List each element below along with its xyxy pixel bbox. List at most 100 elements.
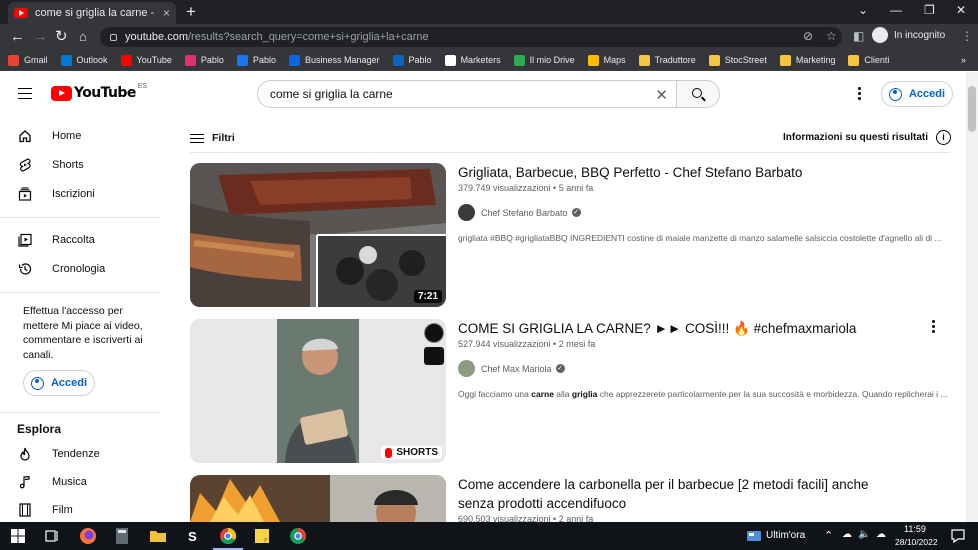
bookmark-item[interactable]: Outlook [60, 54, 108, 66]
bookmark-label: Business Manager [304, 55, 380, 65]
sticky-notes-icon[interactable] [252, 526, 272, 546]
tab-close-icon[interactable]: × [163, 6, 170, 20]
video-title[interactable]: Come accendere la carbonella per il barb… [458, 475, 908, 513]
bookmark-item[interactable]: Traduttore [638, 54, 696, 66]
bookmark-item[interactable]: Gmail [8, 54, 48, 66]
account-icon [30, 376, 44, 390]
tab-search-icon[interactable]: ⌄ [858, 3, 868, 17]
video-description: grigliata #BBQ #grigliataBBQ INGREDIENTI… [458, 233, 942, 243]
reload-icon[interactable]: ↻ [55, 28, 68, 46]
url-field[interactable]: youtube.com /results?search_query=come+s… [100, 27, 842, 47]
clock-time[interactable]: 11:59 [904, 524, 926, 534]
forward-icon[interactable]: → [33, 28, 48, 46]
history-icon [18, 263, 32, 275]
bookmark-label: Maps [603, 55, 626, 65]
charcoal-thumbnail-image [190, 475, 446, 522]
sidebar-item-home[interactable]: Home [12, 122, 152, 150]
video-thumbnail[interactable]: 7:21 [190, 163, 446, 307]
clock-date[interactable]: 28/10/2022 [895, 537, 938, 547]
firefox-icon[interactable] [78, 526, 98, 546]
sidebar-item-film[interactable]: Film [12, 496, 152, 524]
video-actions-kebab-icon[interactable] [932, 320, 935, 335]
sidebar-item-history[interactable]: Cronologia [12, 255, 152, 283]
search-input[interactable]: come si griglia la carne ✕ [257, 80, 676, 108]
task-view-icon[interactable] [42, 526, 62, 546]
windows-start-icon[interactable] [8, 526, 28, 546]
country-code: ES [137, 82, 148, 90]
onedrive-icon[interactable]: ☁ [876, 529, 886, 540]
bookmark-item[interactable]: Il mio Drive [513, 54, 575, 66]
filters-button[interactable]: Filtri [190, 128, 235, 148]
video-title[interactable]: Grigliata, Barbecue, BBQ Perfetto - Chef… [458, 163, 908, 182]
bookmark-label: Gmail [24, 55, 48, 65]
bookmark-item[interactable]: Pablo [236, 54, 276, 66]
bookmark-item[interactable]: Maps [587, 54, 626, 66]
calculator-icon[interactable] [112, 526, 132, 546]
back-icon[interactable]: ← [10, 28, 25, 46]
filters-label: Filtri [212, 132, 235, 144]
channel-link[interactable]: Chef Stefano Barbato ✓ [458, 204, 581, 221]
search-bar: come si griglia la carne ✕ [257, 80, 720, 108]
video-thumbnail[interactable]: SHORTS [190, 319, 446, 463]
tray-chevron-icon[interactable]: ⌃ [824, 529, 833, 542]
eye-off-icon[interactable]: ⊘ [803, 29, 813, 43]
bookmark-item[interactable]: Marketing [779, 54, 835, 66]
sidebar-item-trending[interactable]: Tendenze [12, 440, 152, 468]
sidebar-item-shorts[interactable]: Shorts [12, 151, 152, 179]
search-icon [692, 88, 702, 98]
bookmark-item[interactable]: Business Manager [288, 54, 380, 66]
browser-menu-icon[interactable]: ⋮ [961, 29, 973, 43]
header-signin-button[interactable]: Accedi [881, 81, 953, 107]
notification-icon[interactable] [948, 526, 968, 546]
news-icon[interactable] [744, 526, 764, 546]
results-info-label: Informazioni su questi risultati [783, 132, 929, 143]
filters-divider [190, 152, 950, 153]
minimize-icon[interactable]: — [890, 3, 902, 17]
bookmark-label: Il mio Drive [529, 55, 575, 65]
s-app-icon[interactable]: S [182, 526, 202, 546]
bookmark-label: Clienti [864, 55, 890, 65]
new-tab-button[interactable]: + [186, 2, 196, 22]
watch-later-icon[interactable] [424, 323, 444, 343]
settings-kebab-icon[interactable] [858, 87, 861, 102]
url-host: youtube.com [125, 31, 188, 43]
news-label[interactable]: Ultim'ora [766, 530, 805, 541]
video-thumbnail[interactable] [190, 475, 446, 522]
sidebar-signin-button[interactable]: Accedi [23, 370, 95, 396]
side-panel-icon[interactable]: ◧ [853, 29, 864, 43]
sidebar-item-music[interactable]: Musica [12, 468, 152, 496]
bookmark-item[interactable]: StocStreet [708, 54, 767, 66]
clear-search-icon[interactable]: ✕ [655, 86, 668, 104]
bookmark-item[interactable]: YouTube [120, 54, 172, 66]
search-button[interactable] [676, 80, 720, 108]
bookmark-item[interactable]: Marketers [444, 54, 501, 66]
chrome-icon[interactable] [218, 526, 238, 546]
network-icon[interactable]: ☁ [842, 529, 852, 540]
add-to-queue-icon[interactable] [424, 347, 444, 365]
chrome-secondary-icon[interactable] [288, 526, 308, 546]
volume-icon[interactable]: 🔈 [858, 529, 870, 540]
bookmark-item[interactable]: Pablo [184, 54, 224, 66]
home-browser-icon[interactable]: ⌂ [79, 28, 87, 46]
browser-tab[interactable]: come si griglia la carne - YouTube × [8, 2, 176, 24]
sidebar-item-subscriptions[interactable]: Iscrizioni [12, 180, 152, 208]
bookmark-item[interactable]: Clienti [848, 54, 890, 66]
bookmark-star-icon[interactable]: ☆ [826, 29, 837, 43]
channel-link[interactable]: Chef Max Mariola ✓ [458, 360, 565, 377]
video-meta: 379.749 visualizzazioni • 5 anni fa [458, 183, 594, 193]
bookmarks-overflow-icon[interactable]: » [961, 55, 966, 65]
incognito-indicator[interactable]: In incognito [872, 27, 945, 43]
menu-icon[interactable] [18, 88, 32, 99]
channel-name: Chef Stefano Barbato [481, 207, 568, 218]
video-title[interactable]: COME SI GRIGLIA LA CARNE? ►► COSÌ!!! 🔥 #… [458, 319, 908, 338]
file-explorer-icon[interactable] [148, 526, 168, 546]
restore-icon[interactable]: ❐ [924, 3, 935, 17]
youtube-logo[interactable]: YouTube ES [51, 82, 148, 101]
scrollbar-thumb[interactable] [968, 86, 976, 132]
page-scrollbar[interactable] [966, 72, 978, 522]
close-window-icon[interactable]: ✕ [956, 3, 966, 17]
sidebar-item-library[interactable]: Raccolta [12, 226, 152, 254]
results-info[interactable]: Informazioni su questi risultati i [783, 130, 952, 145]
sidebar-item-label: Musica [52, 476, 87, 488]
bookmark-item[interactable]: Pablo [392, 54, 432, 66]
